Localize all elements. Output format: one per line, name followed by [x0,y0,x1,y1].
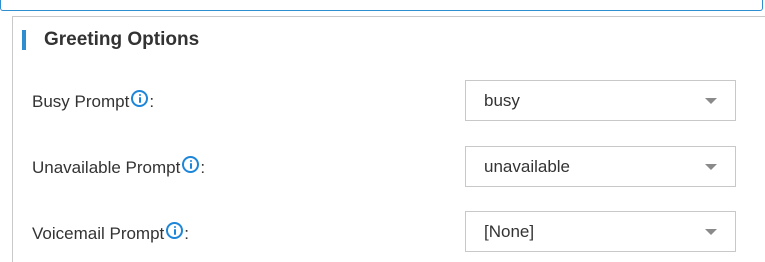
unavailable-prompt-row: Unavailable Prompt : [32,151,205,185]
unavailable-prompt-select[interactable]: unavailable [465,146,736,187]
info-icon[interactable] [166,221,184,239]
chevron-down-icon [705,97,717,104]
chevron-down-icon [705,163,717,170]
unavailable-prompt-label: Unavailable Prompt [32,158,181,177]
busy-prompt-row: Busy Prompt : [32,85,154,119]
busy-prompt-value: busy [484,90,520,110]
voicemail-prompt-select[interactable]: [None] [465,211,736,252]
info-icon[interactable] [131,89,149,107]
busy-prompt-colon: : [149,92,155,111]
voicemail-prompt-colon: : [184,224,190,243]
chevron-down-icon [705,228,717,235]
section-title: Greeting Options [44,29,200,50]
voicemail-prompt-label: Voicemail Prompt [32,224,165,243]
voicemail-prompt-value: [None] [484,221,535,241]
busy-prompt-select[interactable]: busy [465,80,736,121]
previous-panel-border [0,0,763,11]
info-icon[interactable] [182,155,200,173]
unavailable-prompt-value: unavailable [484,156,571,176]
section-header: Greeting Options [22,28,199,52]
voicemail-prompt-row: Voicemail Prompt : [32,217,189,251]
greeting-options-screen: Greeting Options Busy Prompt : busy Unav… [0,0,765,262]
unavailable-prompt-colon: : [200,158,206,177]
busy-prompt-label: Busy Prompt [32,92,130,111]
section-accent-bar [22,30,26,50]
